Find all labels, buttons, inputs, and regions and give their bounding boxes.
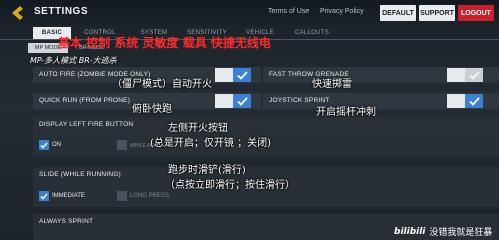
toggle-on-segment bbox=[465, 94, 483, 108]
toggle-off-segment bbox=[447, 68, 465, 82]
section-title: SLIDE (WHILE RUNNING) bbox=[39, 171, 121, 178]
check-icon bbox=[236, 96, 248, 106]
long-press-checkbox[interactable] bbox=[117, 191, 127, 201]
setting-label: JOYSTICK SPRINT bbox=[269, 97, 330, 104]
back-arrow-icon[interactable] bbox=[8, 4, 28, 22]
long-press-option-label: LONG PRESS bbox=[130, 193, 170, 199]
toggle-off-segment bbox=[447, 94, 465, 108]
default-button[interactable]: DEFAULT bbox=[380, 5, 416, 21]
top-bar: SETTINGS Terms of Use Privacy Policy DEF… bbox=[0, 0, 499, 26]
section-title: ALWAYS SPRINT bbox=[39, 218, 94, 225]
auto-fire-toggle[interactable] bbox=[215, 68, 251, 82]
support-button[interactable]: SUPPORT bbox=[419, 5, 455, 21]
setting-label: AUTO FIRE (ZOMBIE MODE ONLY) bbox=[39, 71, 151, 78]
tab-callouts[interactable]: CALLOUTS bbox=[290, 27, 334, 39]
toggle-on-segment bbox=[465, 68, 483, 82]
tab-translation-annotation: 基本 控制 系统 灵敏度 载具 快捷无线电 bbox=[58, 36, 271, 50]
section-title: DISPLAY LEFT FIRE BUTTON bbox=[39, 121, 134, 128]
check-icon bbox=[236, 70, 248, 80]
fast-grenade-toggle[interactable] bbox=[447, 68, 483, 82]
left-fire-annotation: 左侧开火按钮 bbox=[168, 123, 228, 134]
toggle-on-segment bbox=[233, 68, 251, 82]
terms-link[interactable]: Terms of Use bbox=[268, 8, 309, 15]
privacy-link[interactable]: Privacy Policy bbox=[320, 8, 364, 15]
toggle-off-segment bbox=[215, 68, 233, 82]
immediate-checkbox[interactable] bbox=[39, 191, 49, 201]
quick-run-annotation: 俯卧快跑 bbox=[132, 104, 172, 115]
logout-button[interactable]: LOGOUT bbox=[458, 5, 494, 21]
joystick-sprint-toggle[interactable] bbox=[447, 94, 483, 108]
setting-row-fast-grenade: FAST THROW GRENADE bbox=[263, 67, 499, 83]
setting-row-joystick-sprint: JOYSTICK SPRINT bbox=[263, 93, 499, 109]
check-icon bbox=[40, 193, 48, 200]
check-icon bbox=[468, 96, 480, 106]
immediate-option-label: IMMEDIATE bbox=[52, 193, 85, 199]
left-fire-section: DISPLAY LEFT FIRE BUTTON ON WHILE ADS bbox=[33, 117, 499, 157]
toggle-off-segment bbox=[215, 94, 233, 108]
slide-annotation: 跑步时滑铲(滑行) bbox=[168, 165, 246, 176]
on-checkbox[interactable] bbox=[39, 140, 49, 150]
joystick-annotation: 开启摇杆冲刺 bbox=[316, 107, 376, 118]
grenade-annotation: 快速掷雷 bbox=[312, 79, 352, 90]
bilibili-logo: bilibili bbox=[394, 226, 426, 237]
settings-screen: SETTINGS Terms of Use Privacy Policy DEF… bbox=[0, 0, 499, 240]
bilibili-watermark: bilibili 没错我就是狂暴 bbox=[394, 225, 493, 239]
on-option-label: ON bbox=[52, 142, 61, 148]
auto-fire-annotation: （僵尸模式）自动开火 bbox=[112, 79, 212, 90]
check-icon bbox=[468, 70, 480, 80]
mode-translation-annotation: MP-多人模式 BR-大逃杀 bbox=[30, 56, 117, 65]
left-fire-detail-annotation: (总是开启；仅开镜 ；关闭) bbox=[150, 138, 271, 149]
setting-label: QUICK RUN (FROM PRONE) bbox=[39, 97, 131, 104]
quick-run-toggle[interactable] bbox=[215, 94, 251, 108]
slide-detail-annotation: （点按立即滑行；按住滑行） bbox=[165, 180, 295, 191]
watermark-text: 没错我就是狂暴 bbox=[429, 228, 493, 238]
check-icon bbox=[40, 142, 48, 149]
setting-label: FAST THROW GRENADE bbox=[269, 71, 349, 78]
toggle-on-segment bbox=[233, 94, 251, 108]
while-ads-checkbox[interactable] bbox=[117, 140, 127, 150]
page-title: SETTINGS bbox=[34, 6, 89, 17]
